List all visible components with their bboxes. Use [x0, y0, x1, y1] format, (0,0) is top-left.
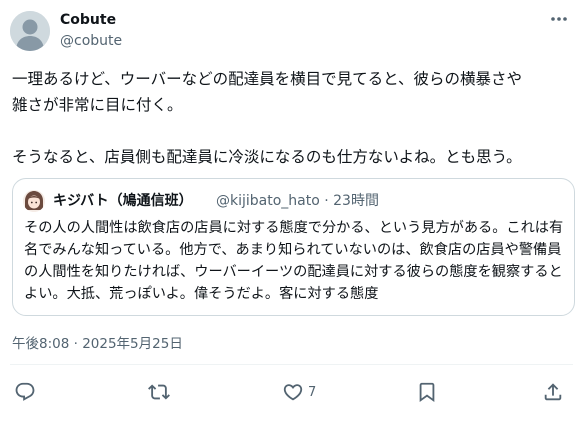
retweet-button[interactable] — [148, 380, 170, 404]
reply-icon — [15, 382, 35, 401]
quote-author-name: キジバト（鳩通信班） — [53, 193, 193, 209]
share-button[interactable] — [542, 380, 564, 404]
more-dots-icon — [551, 17, 567, 21]
action-bar: 7 — [0, 380, 583, 408]
bookmark-icon — [419, 382, 435, 403]
quote-author-handle: @kijibato_hato · 23時間 — [216, 193, 379, 209]
bookmark-button[interactable] — [416, 380, 438, 404]
retweet-icon — [148, 384, 170, 400]
more-options-button[interactable] — [548, 10, 570, 28]
quoted-tweet-card[interactable]: キジバト（鳩通信班） @kijibato_hato · 23時間 その人の人間性… — [12, 178, 575, 316]
divider — [10, 364, 573, 365]
author-avatar[interactable] — [10, 11, 50, 51]
author-handle[interactable]: @cobute — [60, 32, 122, 50]
tweet-text: 一理あるけど、ウーバーなどの配達員を横目で見てると、彼らの横暴さや 雑さが非常に… — [12, 70, 522, 166]
quote-author-avatar — [23, 190, 45, 212]
heart-icon — [283, 384, 303, 401]
like-button[interactable]: 7 — [282, 380, 316, 404]
like-count: 7 — [308, 384, 317, 400]
share-icon — [544, 383, 562, 401]
author-name[interactable]: Cobute — [60, 11, 116, 29]
tweet-timestamp[interactable]: 午後8:08 · 2025年5月25日 — [12, 335, 183, 353]
reply-button[interactable] — [14, 380, 36, 404]
quote-text: その人の人間性は飲食店の店員に対する態度で分かる、という見方がある。これは有名で… — [24, 220, 564, 302]
